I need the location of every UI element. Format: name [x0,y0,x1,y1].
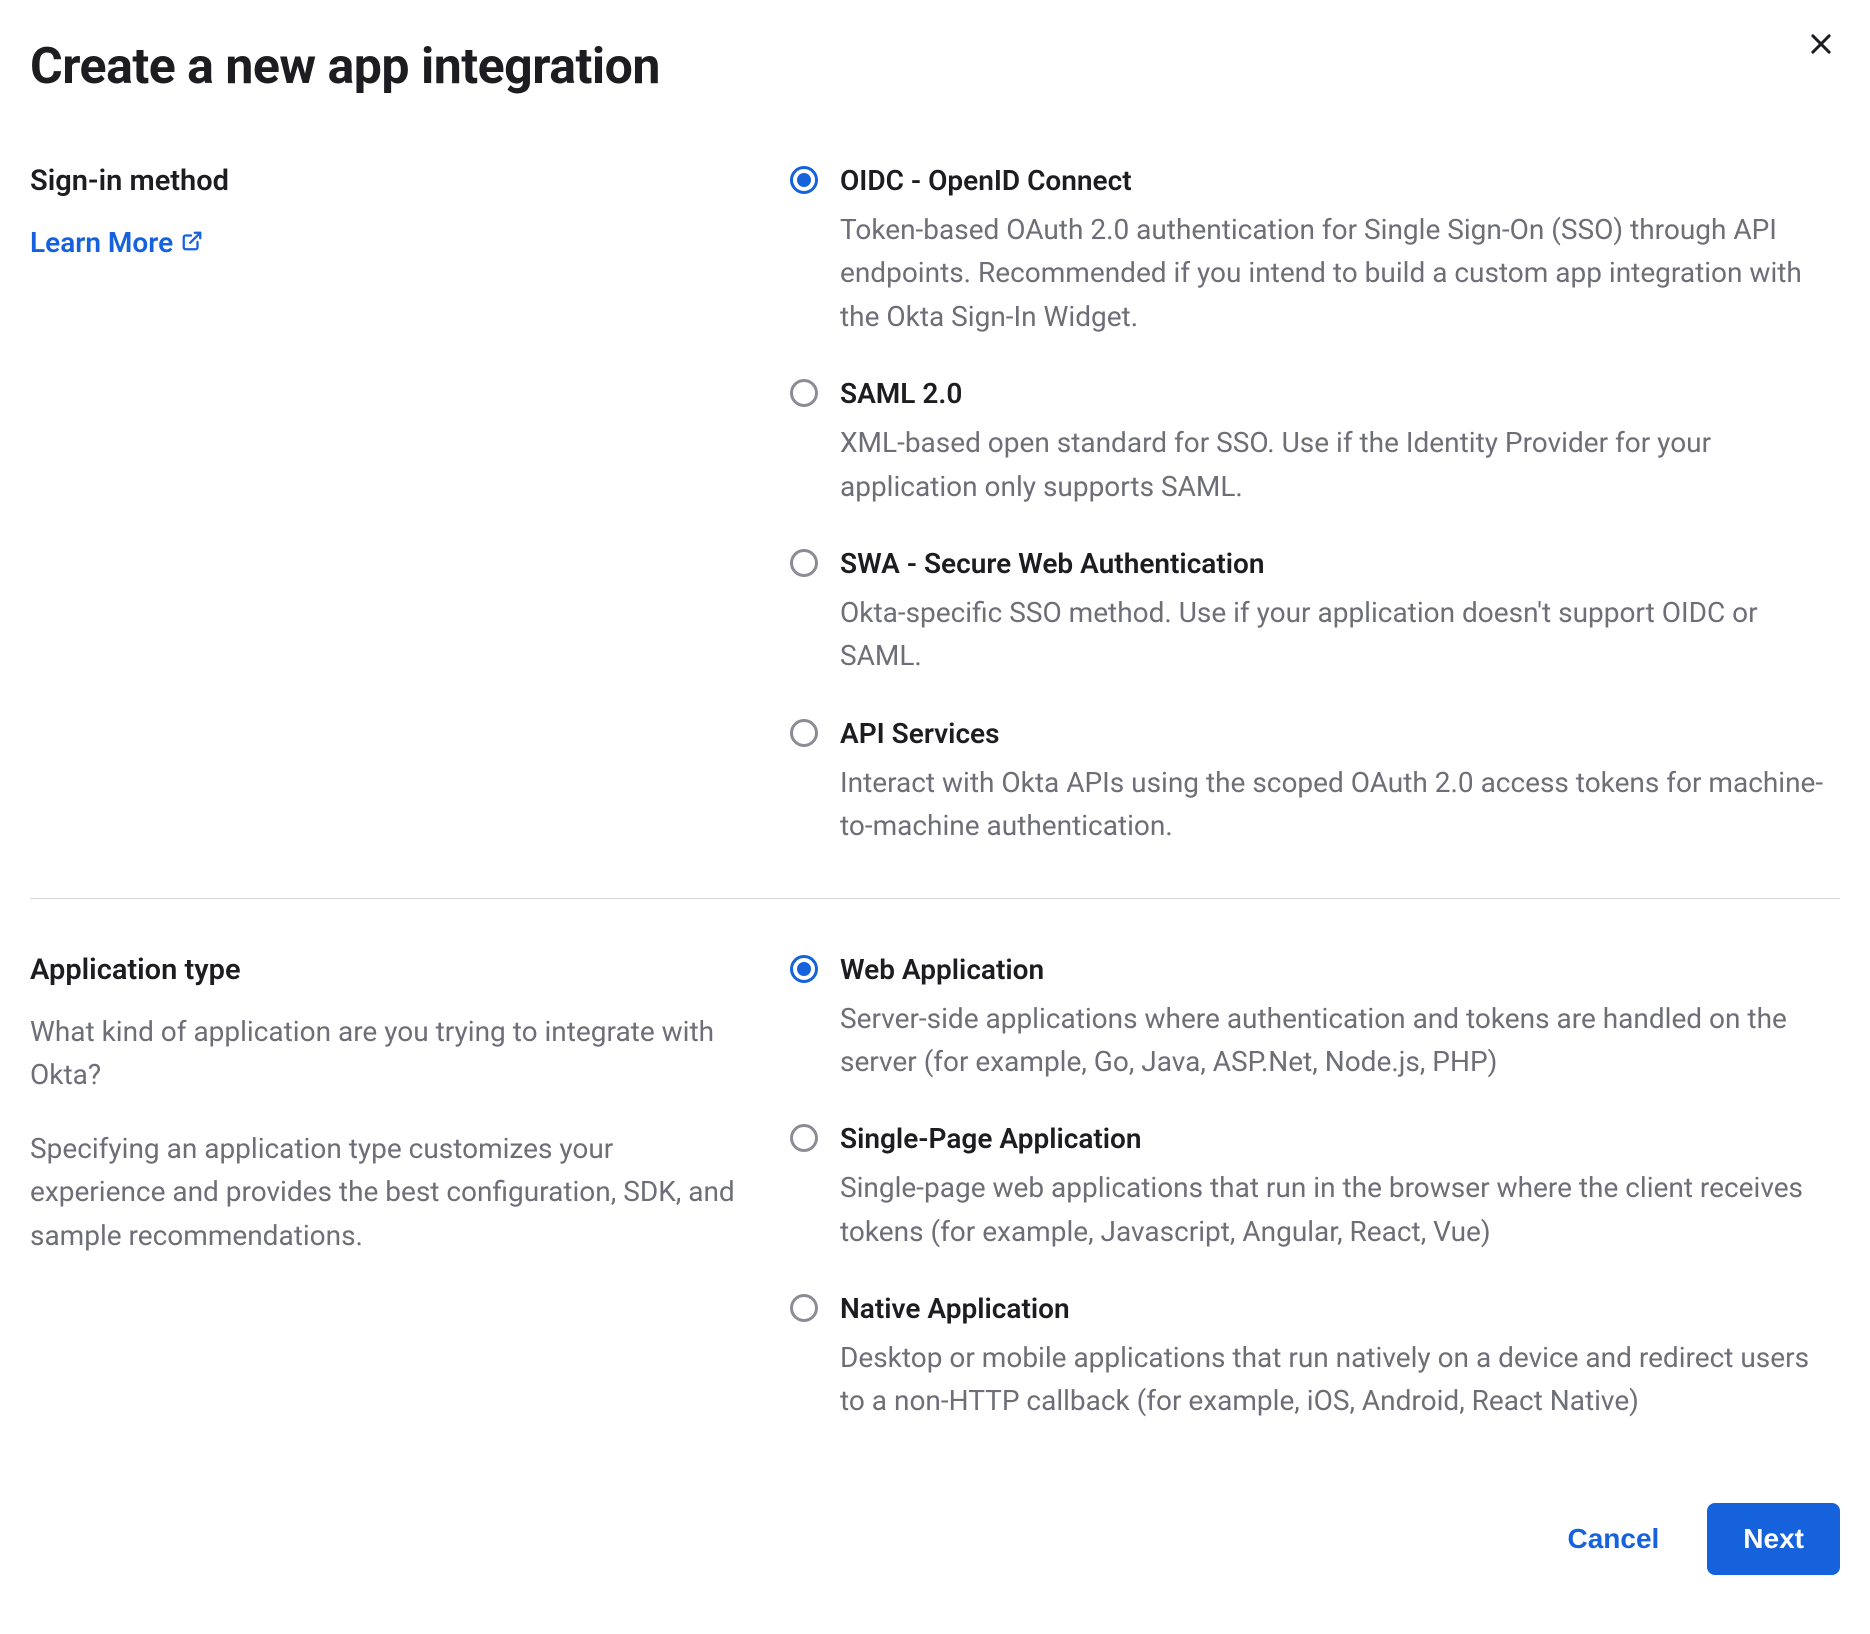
option-label: Web Application [840,949,1840,991]
option-label: Native Application [840,1288,1840,1330]
option-body: Web Application Server-side applications… [840,949,1840,1084]
option-desc: Token-based OAuth 2.0 authentication for… [840,208,1840,338]
cancel-button[interactable]: Cancel [1559,1511,1667,1567]
option-desc: Interact with Okta APIs using the scoped… [840,761,1840,848]
sign-in-method-options: OIDC - OpenID Connect Token-based OAuth … [790,160,1840,848]
next-button[interactable]: Next [1707,1503,1840,1575]
application-type-help: Specifying an application type customize… [30,1127,750,1257]
close-icon [1807,46,1835,61]
option-label: API Services [840,713,1840,755]
option-label: OIDC - OpenID Connect [840,160,1840,202]
option-desc: Single-page web applications that run in… [840,1166,1840,1253]
application-type-left: Application type What kind of applicatio… [30,949,750,1423]
modal-footer: Cancel Next [30,1503,1840,1575]
sign-in-method-left: Sign-in method Learn More [30,160,750,848]
radio-icon [790,1124,818,1152]
application-type-section: Application type What kind of applicatio… [30,898,1840,1473]
learn-more-link[interactable]: Learn More [30,222,203,264]
sign-in-method-section: Sign-in method Learn More OIDC - OpenID … [30,160,1840,898]
option-body: SWA - Secure Web Authentication Okta-spe… [840,543,1840,678]
radio-icon [790,1294,818,1322]
application-type-help: What kind of application are you trying … [30,1010,750,1097]
option-body: Native Application Desktop or mobile app… [840,1288,1840,1423]
option-label: SWA - Secure Web Authentication [840,543,1840,585]
radio-option-saml[interactable]: SAML 2.0 XML-based open standard for SSO… [790,373,1840,508]
radio-icon [790,719,818,747]
option-body: Single-Page Application Single-page web … [840,1118,1840,1253]
radio-option-api-services[interactable]: API Services Interact with Okta APIs usi… [790,713,1840,848]
external-link-icon [181,222,203,264]
modal-title: Create a new app integration [30,30,1840,105]
create-app-integration-modal: Create a new app integration Sign-in met… [30,30,1840,1575]
application-type-options: Web Application Server-side applications… [790,949,1840,1423]
radio-icon [790,166,818,194]
radio-icon [790,955,818,983]
option-body: API Services Interact with Okta APIs usi… [840,713,1840,848]
sign-in-method-heading: Sign-in method [30,160,750,204]
radio-icon [790,549,818,577]
option-label: Single-Page Application [840,1118,1840,1160]
option-desc: Okta-specific SSO method. Use if your ap… [840,591,1840,678]
option-desc: XML-based open standard for SSO. Use if … [840,421,1840,508]
learn-more-label: Learn More [30,222,173,264]
radio-icon [790,379,818,407]
option-desc: Server-side applications where authentic… [840,997,1840,1084]
radio-option-spa[interactable]: Single-Page Application Single-page web … [790,1118,1840,1253]
radio-option-oidc[interactable]: OIDC - OpenID Connect Token-based OAuth … [790,160,1840,338]
option-body: SAML 2.0 XML-based open standard for SSO… [840,373,1840,508]
radio-option-native-app[interactable]: Native Application Desktop or mobile app… [790,1288,1840,1423]
close-button[interactable] [1802,25,1840,66]
radio-option-swa[interactable]: SWA - Secure Web Authentication Okta-spe… [790,543,1840,678]
option-body: OIDC - OpenID Connect Token-based OAuth … [840,160,1840,338]
option-label: SAML 2.0 [840,373,1840,415]
radio-option-web-app[interactable]: Web Application Server-side applications… [790,949,1840,1084]
option-desc: Desktop or mobile applications that run … [840,1336,1840,1423]
application-type-heading: Application type [30,949,750,993]
